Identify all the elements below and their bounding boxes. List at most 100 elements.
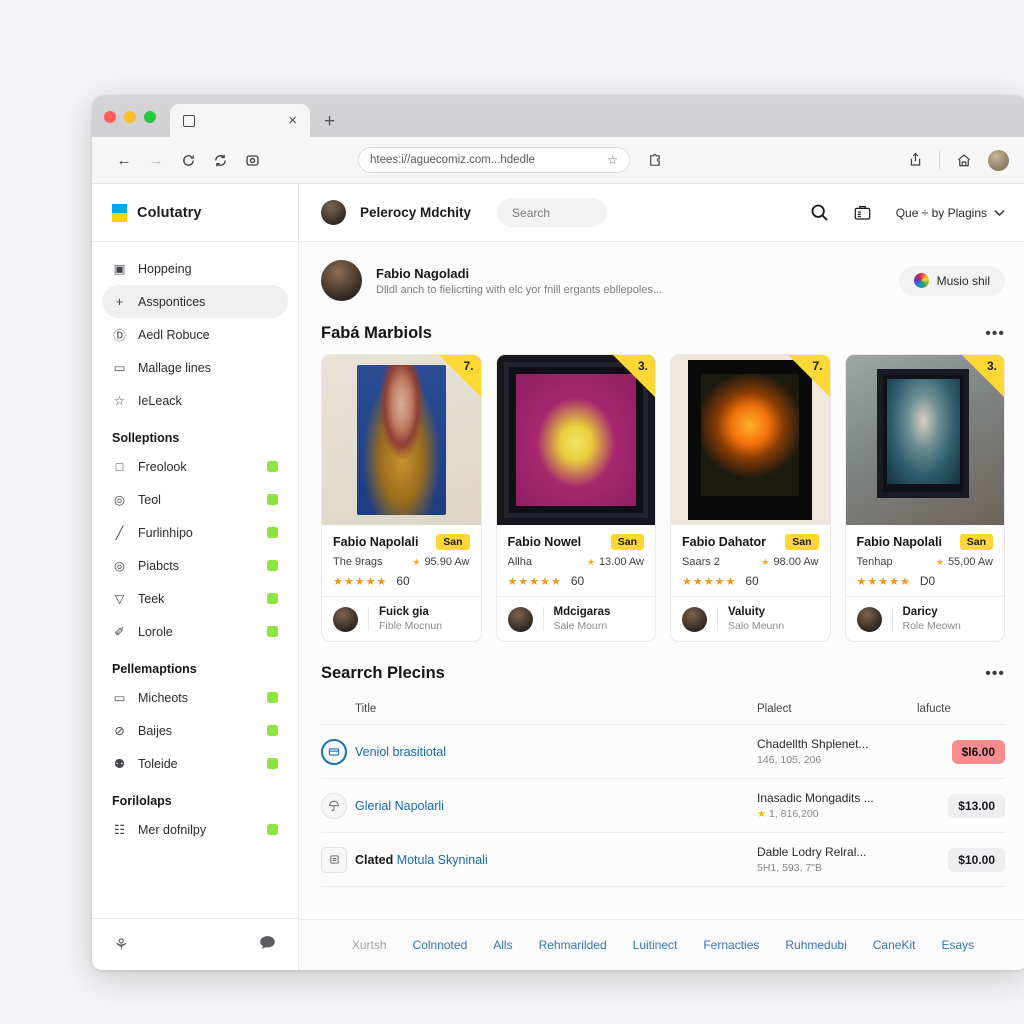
sidebar-item-label: Baijes <box>138 723 173 738</box>
settings-icon[interactable]: ⚘ <box>114 935 128 955</box>
product-card[interactable]: 3. Fabio Napolali San Tenhap ★ 55,00 Aw … <box>844 354 1005 642</box>
sidebar-item-ieleack[interactable]: ☆ IeLeack <box>102 384 288 417</box>
card-footer[interactable]: Mdcigaras Sale Mourn <box>496 596 655 641</box>
sidebar-footer: ⚘ <box>92 918 298 970</box>
dropdown-label: Que ÷ by Plagins <box>895 205 987 220</box>
forward-button[interactable]: → <box>142 146 170 174</box>
footer-link[interactable]: Ruhmedubi <box>785 938 846 952</box>
project-meta-text: 5H1, 593, 7"B <box>757 862 823 874</box>
sidebar-item-aedl-robuce[interactable]: Ⓓ Aedl Robuce <box>102 318 288 351</box>
close-window-button[interactable] <box>104 111 116 123</box>
minimize-window-button[interactable] <box>124 111 136 123</box>
card-price: 98.00 Aw <box>773 556 819 568</box>
sidebar-item-label: Freolook <box>138 459 187 474</box>
status-badge <box>267 494 278 505</box>
card-tag-badge: San <box>436 534 470 550</box>
browser-profile-avatar[interactable] <box>988 149 1009 171</box>
home-icon[interactable] <box>954 150 974 170</box>
row-title[interactable]: Clated Motula Skyninali <box>355 853 757 867</box>
sidebar-item-micheots[interactable]: ▭ Micheots <box>102 681 288 714</box>
author-block: Daricy Role Meown <box>903 606 961 632</box>
table-row[interactable]: Glerial Napolarli Inasadic Mongadits ...… <box>321 779 1005 833</box>
footer-link[interactable]: Luitinect <box>633 938 678 952</box>
cards-section-more-button[interactable]: ••• <box>985 326 1005 341</box>
rank-number: 7. <box>463 359 474 373</box>
card-footer[interactable]: Valuity Salo Meunn <box>671 596 830 641</box>
pen-icon: ╱ <box>115 526 124 540</box>
sidebar-item-teek[interactable]: ▽ Teek <box>102 582 288 615</box>
product-card[interactable]: 7. Fabio Napolali San The 9rags ★ 95.90 … <box>321 354 482 642</box>
brand-header[interactable]: Colutatry <box>92 184 298 242</box>
product-card[interactable]: 3. Fabio Nowel San Allha ★ 13.00 Aw ★★★★… <box>495 354 656 642</box>
star-icon: ☆ <box>113 394 126 408</box>
footer-link[interactable]: Xurtsh <box>352 938 387 952</box>
chat-bubble-icon[interactable] <box>259 935 276 955</box>
card-price-group: ★ 98.00 Aw <box>761 556 818 568</box>
footer-link[interactable]: Rehmarilded <box>539 938 607 952</box>
musio-shil-button[interactable]: Musio shil <box>898 265 1005 296</box>
sidebar-item-mallage-lines[interactable]: ▭ Mallage lines <box>102 351 288 384</box>
product-card[interactable]: 7. Fabio Dahator San Saars 2 ★ 98.00 Aw … <box>670 354 831 642</box>
footer-link[interactable]: Esays <box>941 938 974 952</box>
plugins-dropdown[interactable]: Que ÷ by Plagins <box>896 206 1005 220</box>
footer-link[interactable]: Alls <box>493 938 512 952</box>
row-title[interactable]: Veniol brasitiotal <box>355 745 757 759</box>
author-block: Fuick gia Fible Mocnun <box>379 606 442 632</box>
extension-puzzle-icon[interactable] <box>644 150 664 170</box>
footer-link[interactable]: Fernacties <box>703 938 759 952</box>
search-icon[interactable] <box>810 203 829 222</box>
sidebar-group-pellemaptions: Pellemaptions <box>112 662 197 676</box>
reload-button[interactable] <box>206 146 234 174</box>
row-title-link: Motula Skyninali <box>396 852 488 867</box>
profile-strip: Fabio Nagoladi Dlldl anch to fielicrting… <box>321 242 1005 311</box>
card-tag-badge: San <box>610 534 644 550</box>
footer-link[interactable]: Colnnoted <box>413 938 468 952</box>
history-icon[interactable] <box>174 146 202 174</box>
sidebar-item-label: Piabcts <box>138 558 179 573</box>
table-row[interactable]: Clated Motula Skyninali Dable Lodry Relr… <box>321 833 1005 887</box>
row-title-prefix: Clated <box>355 852 394 867</box>
media-control-icon[interactable] <box>238 146 266 174</box>
tab-close-icon[interactable]: × <box>288 113 297 128</box>
bookmark-star-icon[interactable]: ☆ <box>607 153 618 167</box>
sidebar-item-lorole[interactable]: ✐ Lorole <box>102 615 288 648</box>
sidebar-item-teol[interactable]: ◎ Teol <box>102 483 288 516</box>
header-search-input[interactable]: Search <box>497 198 608 227</box>
footer-link[interactable]: CaneKit <box>873 938 916 952</box>
row-title[interactable]: Glerial Napolarli <box>355 799 757 813</box>
sidebar-item-baijes[interactable]: ⊘ Baijes <box>102 714 288 747</box>
table-section-more-button[interactable]: ••• <box>985 666 1005 681</box>
status-badge <box>267 758 278 769</box>
card-payment-icon <box>321 738 347 765</box>
row-project: Dable Lodry Relral... 5H1, 593, 7"B <box>757 845 917 874</box>
sidebar-item-freolook[interactable]: □ Freolook <box>102 450 288 483</box>
sidebar-item-hoppeing[interactable]: ▣ Hoppeing <box>102 252 288 285</box>
card-subtitle: Tenhap <box>856 556 893 568</box>
card-footer[interactable]: Daricy Role Meown <box>845 596 1004 641</box>
column-header-price: lafucte <box>917 703 951 715</box>
sidebar-item-toleide[interactable]: ⚉ Toleide <box>102 747 288 780</box>
new-tab-button[interactable]: + <box>310 112 347 137</box>
cards-section-header: Fabá Marbiols ••• <box>321 311 1005 354</box>
share-upload-icon[interactable] <box>905 150 925 170</box>
briefcase-icon[interactable] <box>853 203 872 222</box>
table-row[interactable]: Veniol brasitiotal Chadellth Shplenet...… <box>321 725 1005 779</box>
sidebar-item-piabcts[interactable]: ◎ Piabcts <box>102 549 288 582</box>
application-body: Colutatry ▣ Hoppeing + Asspontices Ⓓ Aed… <box>92 184 1024 970</box>
project-meta-text: 1, 816,200 <box>768 808 819 820</box>
price-badge: $10.00 <box>948 847 1005 872</box>
maximize-window-button[interactable] <box>144 111 156 123</box>
profile-avatar[interactable] <box>321 260 362 301</box>
sidebar-item-label: Asspontices <box>138 294 206 309</box>
status-badge <box>267 824 278 835</box>
address-bar[interactable]: htees:i//aguecomiz.com...hdedle ☆ <box>358 147 630 173</box>
card-footer[interactable]: Fuick gia Fible Mocnun <box>322 596 481 641</box>
browser-tab[interactable]: × <box>170 104 310 137</box>
author-avatar <box>507 606 533 632</box>
author-name: Daricy <box>902 606 938 618</box>
header-avatar[interactable] <box>321 200 346 225</box>
sidebar-item-mer-dofnilpy[interactable]: ☷ Mer dofnilpy <box>102 813 288 846</box>
sidebar-item-asspontices[interactable]: + Asspontices <box>102 285 288 318</box>
back-button[interactable]: ← <box>110 146 138 174</box>
sidebar-item-furlinhipo[interactable]: ╱ Furlinhipo <box>102 516 288 549</box>
